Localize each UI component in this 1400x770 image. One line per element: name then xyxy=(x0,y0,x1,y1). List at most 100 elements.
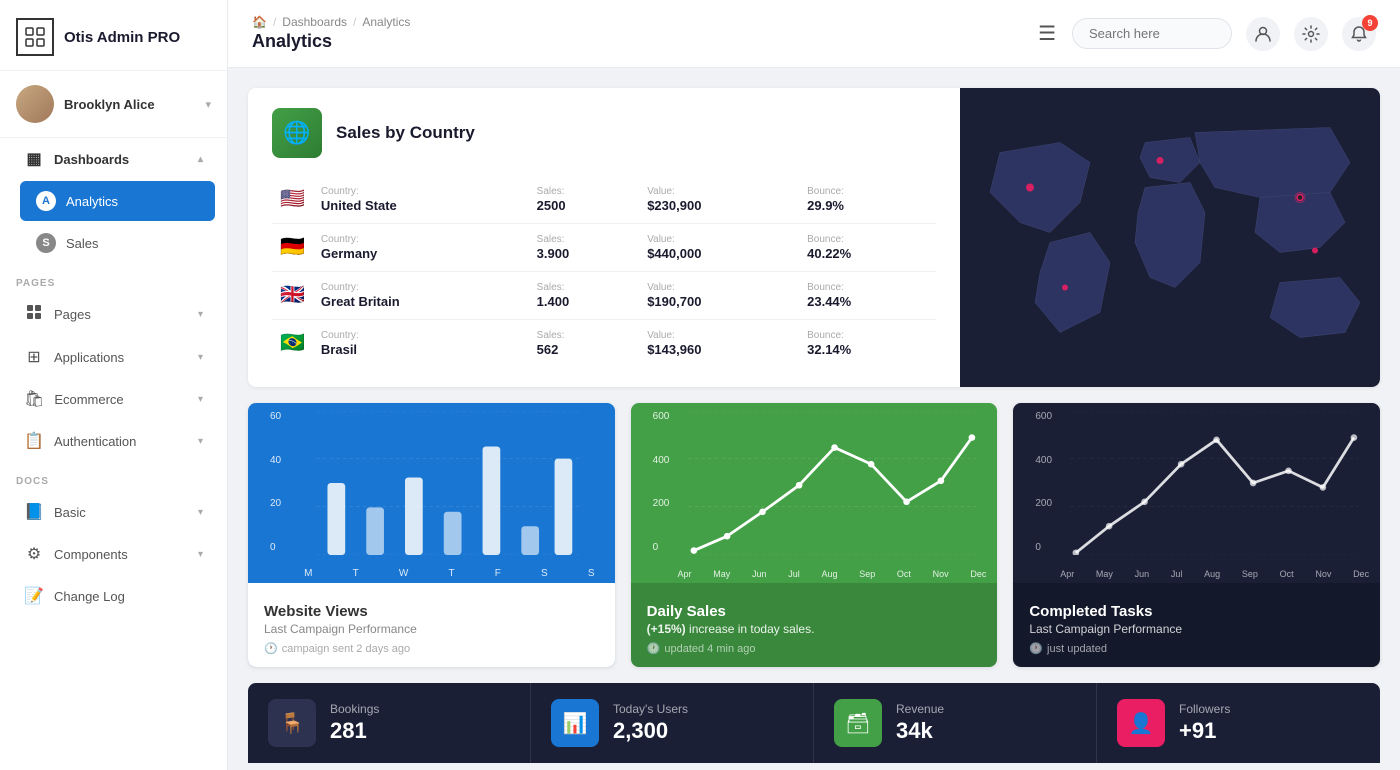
sidebar-item-label: Sales xyxy=(66,236,99,251)
stat-icon: 👤 xyxy=(1117,699,1165,747)
main-area: 🏠 / Dashboards / Analytics Analytics ☰ 9 xyxy=(228,0,1400,770)
bounce-cell: Bounce:29.9% xyxy=(799,176,936,224)
y-axis: 6040200 xyxy=(270,411,281,553)
globe-icon: 🌐 xyxy=(272,108,322,158)
stat-value: 281 xyxy=(330,718,379,744)
sales-cell: Sales:2500 xyxy=(529,176,640,224)
chart-title: Website Views xyxy=(264,603,599,620)
sidebar-item-changelog[interactable]: 📝 Change Log xyxy=(8,576,219,616)
flag-cell: 🇬🇧 xyxy=(272,272,313,320)
breadcrumb-dashboards[interactable]: Dashboards xyxy=(282,15,347,29)
website-views-card: 6040200 xyxy=(248,403,615,667)
chevron-down-icon: ▾ xyxy=(205,98,211,111)
header-right: 9 xyxy=(1072,17,1376,51)
stat-label: Today's Users xyxy=(613,702,688,716)
chevron-up-icon: ▴ xyxy=(198,154,203,165)
sales-table-area: 🌐 Sales by Country 🇺🇸 Country:United Sta… xyxy=(248,88,960,387)
chart-title: Completed Tasks xyxy=(1029,603,1364,620)
value-cell: Value:$440,000 xyxy=(639,224,799,272)
flag-cell: 🇧🇷 xyxy=(272,320,313,368)
pages-icon xyxy=(24,304,44,325)
chart-subtitle: (+15%) increase in today sales. xyxy=(647,622,982,636)
chevron-down-icon: ▾ xyxy=(198,352,203,363)
dashboard-icon: ▦ xyxy=(24,149,44,169)
clock-icon: 🕐 xyxy=(1029,642,1043,655)
sidebar-item-label: Applications xyxy=(54,350,124,365)
sales-header: 🌐 Sales by Country xyxy=(272,108,936,158)
x-axis: AprMayJunJulAugSepOctNovDec xyxy=(667,569,998,579)
bounce-cell: Bounce:40.22% xyxy=(799,224,936,272)
breadcrumb: 🏠 / Dashboards / Analytics xyxy=(252,15,1022,29)
page-title: Analytics xyxy=(252,31,1022,52)
avatar xyxy=(16,85,54,123)
chevron-down-icon: ▾ xyxy=(198,549,203,560)
completed-tasks-card: 6004002000 xyxy=(1013,403,1380,667)
highlight-text: (+15%) xyxy=(647,622,686,636)
sales-cell: Sales:3.900 xyxy=(529,224,640,272)
notification-count: 9 xyxy=(1362,15,1378,31)
header: 🏠 / Dashboards / Analytics Analytics ☰ 9 xyxy=(228,0,1400,68)
table-row: 🇧🇷 Country:Brasil Sales:562 Value:$143,9… xyxy=(272,320,936,368)
chevron-down-icon: ▾ xyxy=(198,436,203,447)
pages-section-label: PAGES xyxy=(0,264,227,293)
chart-meta: 🕐 campaign sent 2 days ago xyxy=(264,642,599,655)
sidebar-item-components[interactable]: ⚙ Components ▾ xyxy=(8,534,219,574)
daily-sales-info: Daily Sales (+15%) increase in today sal… xyxy=(631,583,998,667)
sales-title: Sales by Country xyxy=(336,123,475,143)
sales-cell: Sales:1.400 xyxy=(529,272,640,320)
settings-icon[interactable] xyxy=(1294,17,1328,51)
hamburger-menu[interactable]: ☰ xyxy=(1038,21,1056,46)
sales-by-country-card: 🌐 Sales by Country 🇺🇸 Country:United Sta… xyxy=(248,88,1380,387)
app-name: Otis Admin PRO xyxy=(64,29,180,46)
logo-area: Otis Admin PRO xyxy=(0,0,227,71)
sales-badge: S xyxy=(36,233,56,253)
table-row: 🇩🇪 Country:Germany Sales:3.900 Value:$44… xyxy=(272,224,936,272)
sidebar-item-authentication[interactable]: 📋 Authentication ▾ xyxy=(8,421,219,461)
user-name: Brooklyn Alice xyxy=(64,97,195,112)
value-cell: Value:$143,960 xyxy=(639,320,799,368)
stat-label: Revenue xyxy=(896,702,944,716)
country-cell: Country:Brasil xyxy=(313,320,529,368)
stat-value: 2,300 xyxy=(613,718,688,744)
sidebar-item-label: Authentication xyxy=(54,434,136,449)
notifications-icon[interactable]: 9 xyxy=(1342,17,1376,51)
sidebar-item-analytics[interactable]: A Analytics xyxy=(20,181,215,221)
stat-icon: 📊 xyxy=(551,699,599,747)
sidebar-item-label: Components xyxy=(54,547,128,562)
country-cell: Country:Great Britain xyxy=(313,272,529,320)
chart-meta: 🕐 updated 4 min ago xyxy=(647,642,982,655)
x-axis: MTWTFSS xyxy=(284,568,615,579)
sidebar-item-sales[interactable]: S Sales xyxy=(20,223,215,263)
bounce-cell: Bounce:23.44% xyxy=(799,272,936,320)
daily-sales-chart: 6004002000 xyxy=(631,403,998,583)
auth-icon: 📋 xyxy=(24,431,44,451)
sidebar-item-label: Dashboards xyxy=(54,152,129,167)
world-map xyxy=(960,88,1380,387)
charts-row: 6040200 xyxy=(248,403,1380,667)
stat-label: Bookings xyxy=(330,702,379,716)
stat-item-revenue: 🗃 Revenue 34k xyxy=(814,683,1097,763)
stat-icon: 🪑 xyxy=(268,699,316,747)
sidebar-item-dashboards[interactable]: ▦ Dashboards ▴ xyxy=(8,139,219,179)
sidebar-item-ecommerce[interactable]: 🛍 Ecommerce ▾ xyxy=(8,379,219,419)
value-cell: Value:$230,900 xyxy=(639,176,799,224)
chevron-down-icon: ▾ xyxy=(198,309,203,320)
user-icon[interactable] xyxy=(1246,17,1280,51)
changelog-icon: 📝 xyxy=(24,586,44,606)
stat-value: 34k xyxy=(896,718,944,744)
completed-tasks-info: Completed Tasks Last Campaign Performanc… xyxy=(1013,583,1380,667)
chart-title: Daily Sales xyxy=(647,603,982,620)
breadcrumb-analytics: Analytics xyxy=(362,15,410,29)
ecommerce-icon: 🛍 xyxy=(24,389,44,409)
stat-item-bookings: 🪑 Bookings 281 xyxy=(248,683,531,763)
user-profile[interactable]: Brooklyn Alice ▾ xyxy=(0,71,227,138)
sidebar-item-applications[interactable]: ⊞ Applications ▾ xyxy=(8,337,219,377)
sidebar-item-pages[interactable]: Pages ▾ xyxy=(8,294,219,335)
chevron-down-icon: ▾ xyxy=(198,507,203,518)
search-input[interactable] xyxy=(1072,18,1232,49)
flag-cell: 🇺🇸 xyxy=(272,176,313,224)
flag-cell: 🇩🇪 xyxy=(272,224,313,272)
home-icon: 🏠 xyxy=(252,15,267,29)
website-views-chart: 6040200 xyxy=(248,403,615,583)
sidebar-item-basic[interactable]: 📘 Basic ▾ xyxy=(8,492,219,532)
